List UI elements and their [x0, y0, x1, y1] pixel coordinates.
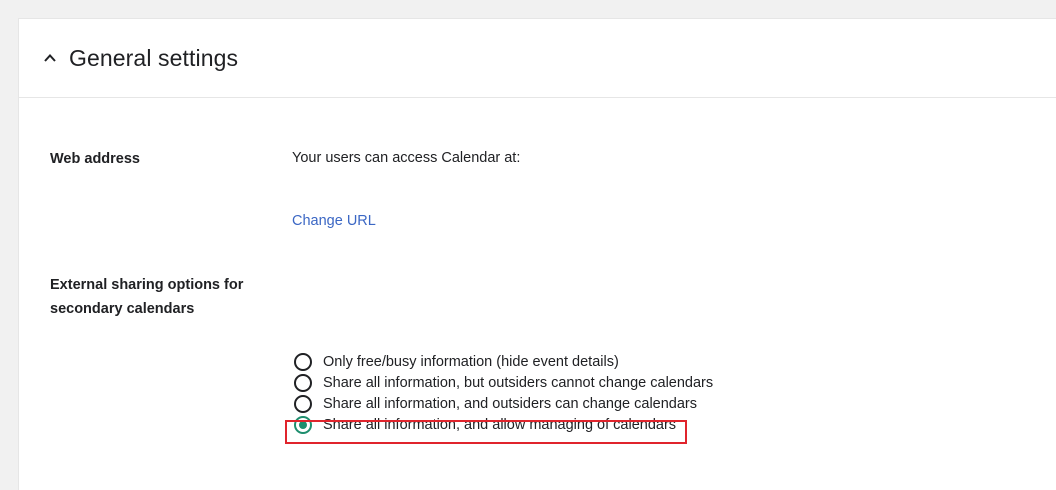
- radio-option-label: Only free/busy information (hide event d…: [323, 353, 619, 370]
- web-address-description: Your users can access Calendar at:: [292, 150, 521, 166]
- highlight-box: [285, 420, 687, 444]
- radio-button-icon[interactable]: [294, 352, 312, 371]
- section-header[interactable]: General settings: [19, 19, 1056, 98]
- chevron-up-icon[interactable]: [43, 51, 57, 65]
- external-sharing-label-line2: secondary calendars: [50, 301, 195, 317]
- radio-option-label: Share all information, but outsiders can…: [323, 374, 714, 391]
- radio-option-share-can-change[interactable]: Share all information, and outsiders can…: [292, 393, 713, 414]
- change-url-link[interactable]: Change URL: [292, 213, 376, 229]
- radio-button-icon[interactable]: [294, 373, 312, 392]
- external-sharing-label: External sharing options for secondary c…: [50, 273, 243, 321]
- radio-option-free-busy[interactable]: Only free/busy information (hide event d…: [292, 351, 713, 372]
- external-sharing-label-line1: External sharing options for: [50, 277, 244, 293]
- page: General settings Web address Your users …: [0, 0, 1056, 490]
- radio-option-share-no-change[interactable]: Share all information, but outsiders can…: [292, 372, 713, 393]
- section-title: General settings: [69, 44, 239, 71]
- web-address-label: Web address: [50, 151, 140, 167]
- radio-button-icon[interactable]: [294, 394, 312, 413]
- radio-option-label: Share all information, and outsiders can…: [323, 395, 698, 412]
